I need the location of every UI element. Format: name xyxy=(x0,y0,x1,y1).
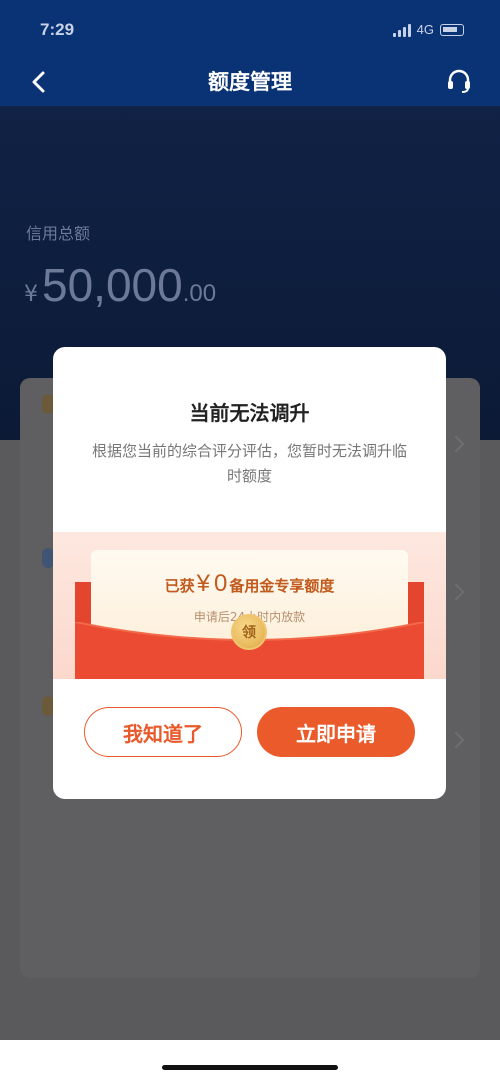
claim-seal-icon[interactable]: 领 xyxy=(231,614,267,650)
network-label: 4G xyxy=(416,22,434,37)
customer-service-icon[interactable] xyxy=(444,66,474,96)
dialog-description: 根据您当前的综合评分评估，您暂时无法调升临时额度 xyxy=(91,442,407,485)
amount-integer: 50,000 xyxy=(42,259,183,311)
bottom-safe-area xyxy=(0,1040,500,1082)
credit-total-label: 信用总额 xyxy=(26,224,91,243)
status-time: 7:29 xyxy=(40,20,75,39)
offer-amount: 0 xyxy=(214,570,228,597)
signal-icon xyxy=(392,23,411,37)
home-indicator[interactable] xyxy=(162,1065,338,1070)
red-envelope[interactable]: 已获 ¥ 0 备用金专享额度 申请后24小时内放款 领 xyxy=(53,532,446,679)
navigation-bar: 额度管理 xyxy=(0,58,500,106)
dialog-title: 当前无法调升 xyxy=(189,401,310,425)
page-title: 额度管理 xyxy=(208,70,292,94)
status-bar: 7:29 4G xyxy=(0,0,500,58)
amount-decimal: .00 xyxy=(182,280,217,307)
offer-suffix: 备用金专享额度 xyxy=(229,577,335,595)
battery-icon xyxy=(440,23,464,36)
currency-symbol: ¥ xyxy=(24,282,38,307)
dismiss-button[interactable]: 我知道了 xyxy=(84,707,242,757)
upgrade-unavailable-dialog: 当前无法调升 根据您当前的综合评分评估，您暂时无法调升临时额度 已获 ¥ 0 备… xyxy=(53,347,446,799)
offer-currency: ¥ xyxy=(196,570,210,597)
offer-line: 已获 ¥ 0 备用金专享额度 xyxy=(91,570,408,598)
credit-total-amount: ¥ 50,000 .00 xyxy=(24,258,216,312)
back-arrow-icon[interactable] xyxy=(26,68,54,96)
apply-now-button[interactable]: 立即申请 xyxy=(257,707,415,757)
status-indicators: 4G xyxy=(392,22,464,37)
offer-prefix: 已获 xyxy=(164,577,195,595)
